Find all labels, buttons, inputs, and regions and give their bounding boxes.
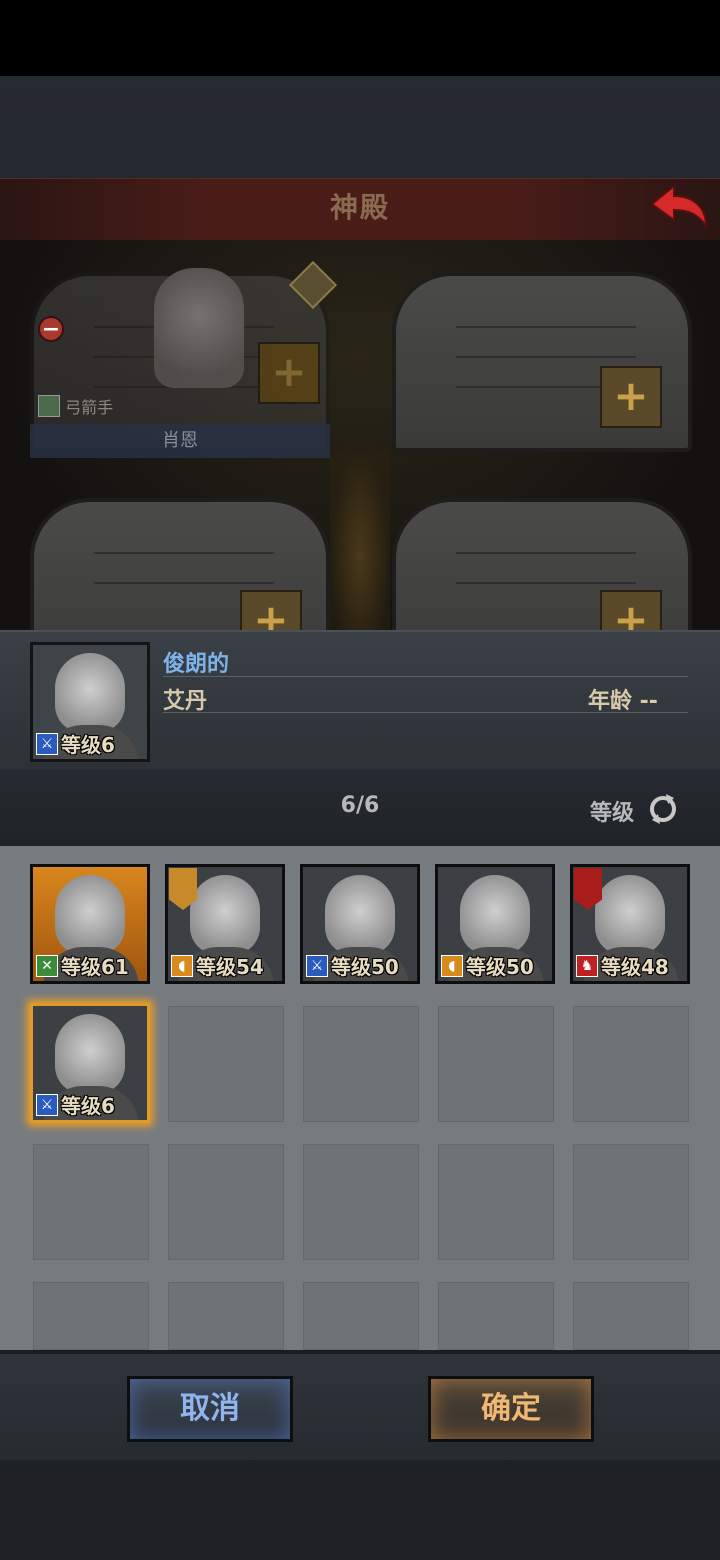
empty-slot [33,1144,149,1260]
hero-roster-grid: ✕ 等级61 ◖ 等级54 ⚔ 等级50 ◖ 等级50 ♞ 等级48 ⚔ 等级6 [0,846,720,1350]
page-title: 神殿 [329,191,390,224]
empty-slot [573,1144,689,1260]
temple-slot-3[interactable]: + [30,498,330,630]
back-arrow-icon[interactable] [648,182,710,232]
hero-level: 等级54 [196,955,264,979]
footer-bar [0,1350,720,1464]
temple-statue [330,450,390,630]
add-slot-button[interactable]: + [240,590,302,630]
sword-icon: ⚔ [306,955,328,977]
sword-icon: ⚔ [36,733,58,755]
hero-level: 等级61 [61,955,129,979]
empty-slot [303,1282,419,1350]
hero-face [325,875,395,955]
hero-card[interactable]: ◖ 等级54 [165,864,285,984]
hero-face [190,875,260,955]
hero-card[interactable]: ◖ 等级50 [435,864,555,984]
hero-card-selected[interactable]: ⚔ 等级6 [30,1003,150,1123]
bow-icon: ✕ [36,955,58,977]
hero-name: 艾丹 [163,689,208,714]
empty-slot [33,1282,149,1350]
shield-icon: ◖ [171,955,193,977]
shield-icon: ◖ [441,955,463,977]
temple-slot-4[interactable]: + [392,498,692,630]
empty-slot [303,1144,419,1260]
bottom-band [0,1460,720,1560]
hero-face [55,1014,125,1094]
remove-hero-button[interactable]: − [38,316,64,342]
temple-slot-2[interactable]: + [392,272,692,452]
hero-trait: 俊朗的 [163,652,230,677]
cancel-button[interactable]: 取消 [127,1376,293,1442]
slot-class-label: 弓箭手 [38,394,113,418]
confirm-button[interactable]: 确定 [428,1376,594,1442]
empty-slot [168,1006,284,1122]
hero-card[interactable]: ⚔ 等级50 [300,864,420,984]
add-slot-button[interactable]: + [258,342,320,404]
horse-icon: ♞ [576,955,598,977]
hero-card[interactable]: ✕ 等级61 [30,864,150,984]
hero-face [55,653,125,733]
divider [163,676,688,677]
empty-slot [438,1282,554,1350]
selected-hero-portrait: ⚔ 等级6 [30,642,150,762]
hero-level: 等级48 [601,955,669,979]
empty-slot [303,1006,419,1122]
empty-slot [438,1144,554,1260]
hero-level: 等级50 [331,955,399,979]
empty-slot [573,1006,689,1122]
add-slot-button[interactable]: + [600,366,662,428]
hero-level: 等级50 [466,955,534,979]
hero-face [460,875,530,955]
sword-icon: ⚔ [36,1094,58,1116]
hero-portrait [154,268,244,388]
hero-level: 等级6 [61,733,115,757]
hero-card[interactable]: ♞ 等级48 [570,864,690,984]
add-slot-button[interactable]: + [600,590,662,630]
empty-slot [438,1006,554,1122]
empty-slot [573,1282,689,1350]
sort-label[interactable]: 等级 [590,795,634,827]
hero-level: 等级6 [61,1094,115,1118]
empty-slot [168,1144,284,1260]
status-bar [0,0,720,76]
refresh-sort-icon[interactable] [646,792,680,826]
empty-slot [168,1282,284,1350]
hero-age: 年龄 -- [588,689,658,714]
hero-face [55,875,125,955]
bow-icon [38,395,60,417]
divider [163,712,688,713]
hero-face [595,875,665,955]
slot-hero-name: 肖恩 [30,424,330,458]
